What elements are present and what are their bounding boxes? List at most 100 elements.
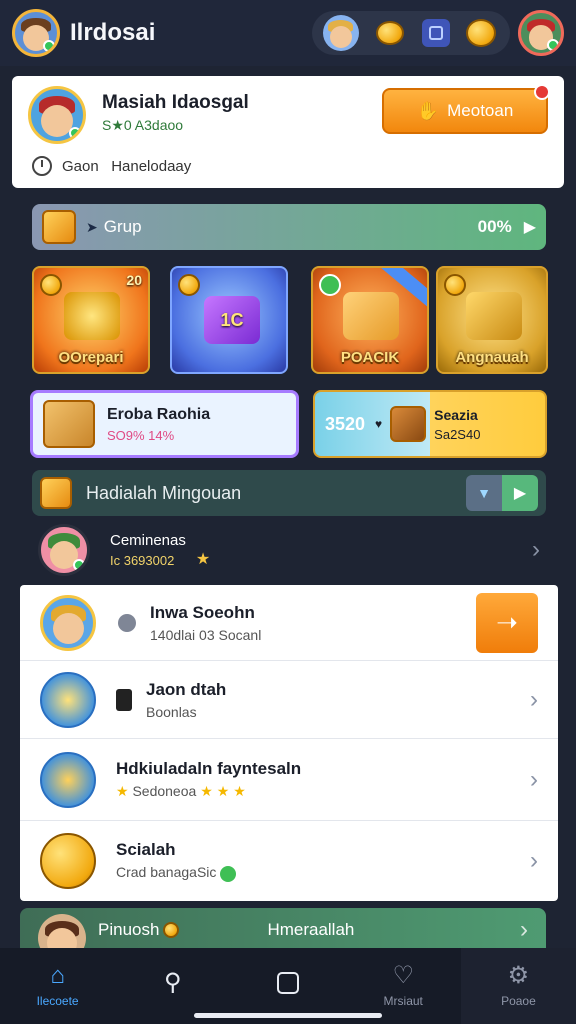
locked-chest-icon (466, 292, 522, 340)
promo-title: Eroba Raohia (107, 405, 211, 423)
group-percent: 00% (477, 217, 512, 236)
chest-icon (390, 406, 427, 442)
tile-label: OOrepari (58, 349, 124, 366)
list-sub: 140dlai 03 Socanl (150, 626, 262, 643)
magic-box-icon: 1C (204, 296, 260, 344)
nav-settings[interactable]: ⚙ Poaoe (460, 948, 576, 1024)
list-title: Inwa Soeohn (150, 602, 255, 622)
clock-icon (32, 156, 52, 176)
top-actions (312, 11, 510, 55)
home-indicator (194, 1013, 382, 1018)
chevron-right-icon[interactable]: › (532, 538, 540, 562)
chevron-right-icon[interactable]: › (530, 687, 538, 712)
coin-stack-icon[interactable] (372, 15, 408, 51)
featured-title: Ceminenas (110, 532, 186, 549)
bottom-promo-right: Hmeraallah (267, 920, 355, 939)
list-sub-text: Crad banagaSic (116, 864, 217, 881)
tile-angnauah[interactable]: Angnauah (436, 266, 548, 374)
go-button[interactable]: ➝ (476, 592, 538, 653)
play-button[interactable]: ▶ (502, 475, 538, 511)
list-title: Jaon dtah (146, 679, 227, 699)
nav-label: Mrsiaut (383, 994, 423, 1008)
play-icon: ▶ (513, 485, 527, 502)
promo-title: Seazia (434, 406, 478, 423)
group-bar[interactable]: ➤ Grup 00% ▶ (32, 204, 546, 250)
top-bar: Ilrdosai (0, 0, 576, 66)
coin-icon (40, 274, 62, 296)
profile-meta-text: Gaon Hanelodaay (62, 157, 192, 175)
heart-small-icon: ♥ (375, 417, 383, 431)
follow-button[interactable]: ✋ Meotoan (382, 88, 548, 134)
profile-avatar[interactable] (518, 10, 564, 56)
list-item[interactable]: Scialah Crad banagaSic › (20, 821, 558, 901)
group-label: Grup (103, 217, 142, 236)
promo-card-right[interactable]: 3520 ♥ Seazia Sa2S40 (313, 390, 547, 458)
phone-icon (116, 688, 132, 711)
coin-icon (178, 274, 200, 296)
mystery-box-icon (43, 400, 95, 448)
list-sub: ★ Sedoneoa ★★★ (116, 783, 301, 800)
nav-label: Poaoe (501, 994, 536, 1008)
tile-label: Angnauah (455, 349, 529, 366)
user-avatar[interactable] (12, 9, 60, 57)
crate-icon (343, 292, 399, 340)
heart-icon: ♡ (392, 962, 414, 989)
search-icon: ⚲ (164, 969, 182, 996)
coin-small-icon (163, 922, 180, 938)
list-title: Scialah (116, 840, 176, 860)
stars-icon: ★★★ (200, 783, 250, 799)
tile-1c[interactable]: 1C (170, 266, 288, 374)
profile-card-avatar[interactable] (28, 86, 86, 144)
profile-name: Masiah Idaosgal (102, 92, 249, 113)
list-title: Hdkiuladaln fayntesaln (116, 759, 302, 778)
list-item[interactable]: Jaon dtah Boonlas › (20, 661, 558, 739)
tile-poacik[interactable]: POACIK (311, 266, 429, 374)
handshake-icon: ✋ (416, 100, 440, 121)
coins-icon[interactable] (463, 15, 499, 51)
square-icon (277, 972, 299, 994)
featured-row[interactable]: Ceminenas Ic 3693002 ★ › (38, 524, 540, 576)
gold-pot-icon (64, 292, 120, 340)
list-sub: Boonlas (146, 703, 197, 720)
activity-list: Inwa Soeohn 140dlai 03 Socanl ➝ Jaon dta… (20, 585, 558, 901)
home-icon: ⌂ (50, 962, 65, 989)
coin-chest-icon (40, 671, 96, 728)
dropdown-button[interactable]: ▼ (466, 475, 502, 511)
list-sub: Crad banagaSic (116, 864, 237, 882)
gold-coins-icon (40, 833, 96, 889)
chevron-right-icon[interactable]: › (530, 767, 538, 792)
list-avatar (40, 594, 96, 651)
weekly-reward-bar[interactable]: Hadialah Mingouan ▼ ▶ (32, 470, 546, 516)
coin-icon (444, 274, 466, 296)
treasure-box-icon (42, 210, 76, 244)
settings-icon: ⚙ (507, 962, 530, 989)
profile-card: Masiah Idaosgal S★0 A3daoo ✋ Meotoan Gao… (12, 76, 564, 188)
bottom-promo[interactable]: Pinuosh Hmeraallah › (20, 908, 546, 962)
featured-sub: Ic 3693002 (110, 553, 175, 568)
tile-count: 20 (126, 272, 142, 288)
app-title: Ilrdosai (70, 19, 156, 46)
promo-card-left[interactable]: Eroba Raohia SO9% 14% (30, 390, 299, 458)
chevron-down-icon: ▼ (477, 485, 491, 501)
tile-label: POACIK (340, 349, 400, 366)
promo-sub: Sa2S40 (434, 426, 481, 442)
profile-meta: Gaon Hanelodaay (32, 156, 191, 176)
friend-avatar[interactable] (322, 15, 359, 51)
check-circle-icon (220, 865, 237, 882)
list-item[interactable]: Hdkiuladaln fayntesaln ★ Sedoneoa ★★★ › (20, 739, 558, 821)
play-icon[interactable]: ▶ (524, 217, 536, 237)
featured-avatar (38, 524, 90, 576)
check-icon (319, 274, 341, 296)
chevron-right-icon[interactable]: › (530, 849, 538, 873)
calendar-icon[interactable] (421, 19, 450, 47)
prize-box-icon (40, 751, 96, 808)
list-item[interactable]: Inwa Soeohn 140dlai 03 Socanl ➝ (20, 585, 558, 661)
bottom-nav: ⌂ Ilecoete ⚲ ♡ Mrsiaut ⚙ Poaoe (0, 948, 576, 1024)
nav-home[interactable]: ⌂ Ilecoete (0, 948, 115, 1024)
chevron-right-icon[interactable]: › (520, 918, 528, 942)
arrow-right-icon: ➝ (496, 607, 518, 637)
tile-orepari[interactable]: 20 OOrepari (32, 266, 150, 374)
weekly-label: Hadialah Mingouan (86, 482, 242, 503)
profile-subtitle: S★0 A3daoo (102, 117, 184, 133)
arrow-icon: ➤ (86, 218, 98, 235)
